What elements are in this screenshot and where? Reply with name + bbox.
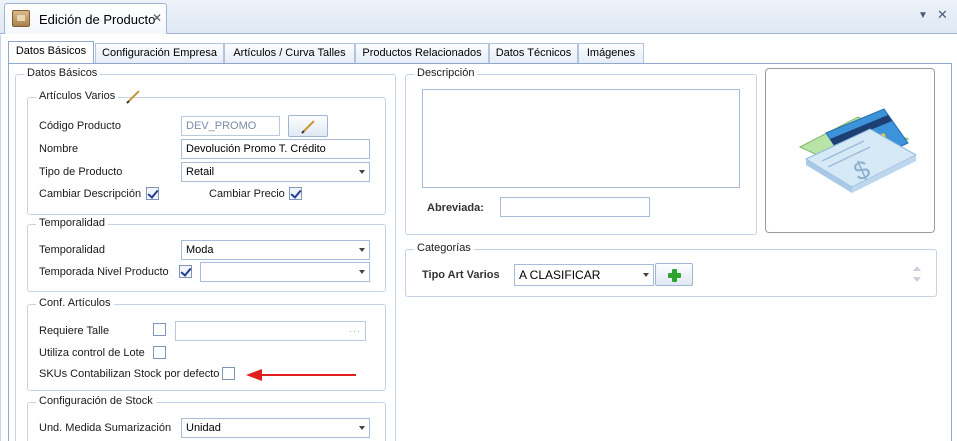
- categorias-scroll-spinner[interactable]: [910, 264, 924, 286]
- window-close-icon[interactable]: ✕: [937, 7, 948, 23]
- abreviada-input[interactable]: [500, 197, 650, 217]
- temporalidad-label: Temporalidad: [39, 244, 106, 256]
- annotation-arrow-icon: [246, 369, 356, 381]
- temporada-nivel-label: Temporada Nivel Producto: [39, 266, 169, 278]
- product-image-box[interactable]: $: [765, 68, 935, 233]
- temporada-nivel-checkbox[interactable]: [179, 265, 192, 278]
- document-tab-title: Edición de Producto: [39, 12, 156, 27]
- document-tab[interactable]: Edición de Producto ✕: [4, 3, 167, 34]
- group-temporalidad-title: Temporalidad: [36, 217, 109, 229]
- chevron-down-icon: [359, 170, 365, 174]
- group-descripcion-title: Descripción: [414, 67, 478, 79]
- nombre-label: Nombre: [39, 143, 79, 155]
- abreviada-label: Abreviada:: [427, 202, 484, 214]
- requiere-talle-label: Requiere Talle: [39, 325, 110, 337]
- tipo-producto-label: Tipo de Producto: [39, 166, 123, 178]
- document-tab-strip: Edición de Producto ✕ ▼ ✕: [0, 0, 957, 34]
- scroll-up-icon[interactable]: [913, 266, 921, 271]
- pencil-icon: [303, 120, 315, 132]
- tab-configuracion-empresa[interactable]: Configuración Empresa: [95, 43, 224, 63]
- edit-codigo-button[interactable]: [288, 115, 328, 137]
- add-categoria-button[interactable]: [655, 263, 693, 286]
- tab-productos-relacionados[interactable]: Productos Relacionados: [355, 43, 489, 63]
- cambiar-precio-checkbox[interactable]: [289, 187, 302, 200]
- credit-card-check-icon: $: [798, 108, 918, 193]
- tab-imagenes[interactable]: Imágenes: [578, 43, 644, 63]
- control-lote-label: Utiliza control de Lote: [39, 347, 145, 359]
- und-medida-select[interactable]: Unidad: [181, 418, 370, 438]
- group-datos-basicos-title: Datos Básicos: [24, 67, 101, 79]
- product-box-icon: [12, 10, 30, 27]
- cambiar-precio-label: Cambiar Precio: [209, 188, 285, 200]
- nombre-input[interactable]: Devolución Promo T. Crédito: [181, 139, 370, 159]
- cambiar-descripcion-checkbox[interactable]: [146, 187, 159, 200]
- group-config-stock-title: Configuración de Stock: [36, 395, 156, 407]
- plus-icon: [662, 263, 687, 288]
- tipo-art-varios-label: Tipo Art Varios: [422, 269, 500, 281]
- codigo-producto-label: Código Producto: [39, 120, 121, 132]
- tipo-producto-select[interactable]: Retail: [181, 162, 370, 182]
- chevron-down-icon: [359, 270, 365, 274]
- window-menu-icon[interactable]: ▼: [918, 10, 928, 21]
- chevron-down-icon: [359, 426, 365, 430]
- tab-articulos-curva-talles[interactable]: Artículos / Curva Talles: [224, 43, 355, 63]
- chevron-down-icon: [359, 248, 365, 252]
- temporalidad-value: Moda: [186, 244, 214, 256]
- close-tab-icon[interactable]: ✕: [152, 11, 162, 25]
- skus-stock-label: SKUs Contabilizan Stock por defecto: [39, 368, 220, 380]
- group-articulos-varios-title: Artículos Varios: [36, 90, 119, 102]
- tipo-art-varios-value: A CLASIFICAR: [519, 268, 601, 282]
- chevron-down-icon: [643, 273, 649, 277]
- group-conf-articulos-title: Conf. Artículos: [36, 297, 114, 309]
- skus-stock-checkbox[interactable]: [222, 367, 235, 380]
- codigo-producto-input[interactable]: DEV_PROMO: [181, 116, 280, 136]
- temporada-nivel-select[interactable]: [200, 262, 370, 282]
- tipo-art-varios-select[interactable]: A CLASIFICAR: [514, 264, 654, 286]
- tab-datos-basicos[interactable]: Datos Básicos: [8, 41, 94, 64]
- scroll-down-icon[interactable]: [913, 277, 921, 282]
- control-lote-checkbox[interactable]: [153, 346, 166, 359]
- cambiar-descripcion-label: Cambiar Descripción: [39, 188, 142, 200]
- tipo-producto-value: Retail: [186, 166, 215, 178]
- und-medida-value: Unidad: [186, 422, 221, 434]
- temporalidad-select[interactable]: Moda: [181, 240, 370, 260]
- group-categorias-title: Categorías: [414, 242, 474, 254]
- descripcion-textarea[interactable]: [422, 89, 740, 188]
- requiere-talle-input[interactable]: ···: [175, 321, 366, 341]
- tab-datos-tecnicos[interactable]: Datos Técnicos: [489, 43, 578, 63]
- requiere-talle-checkbox[interactable]: [153, 323, 166, 336]
- ellipsis-icon[interactable]: ···: [349, 322, 361, 340]
- und-medida-label: Und. Medida Sumarización: [39, 422, 172, 434]
